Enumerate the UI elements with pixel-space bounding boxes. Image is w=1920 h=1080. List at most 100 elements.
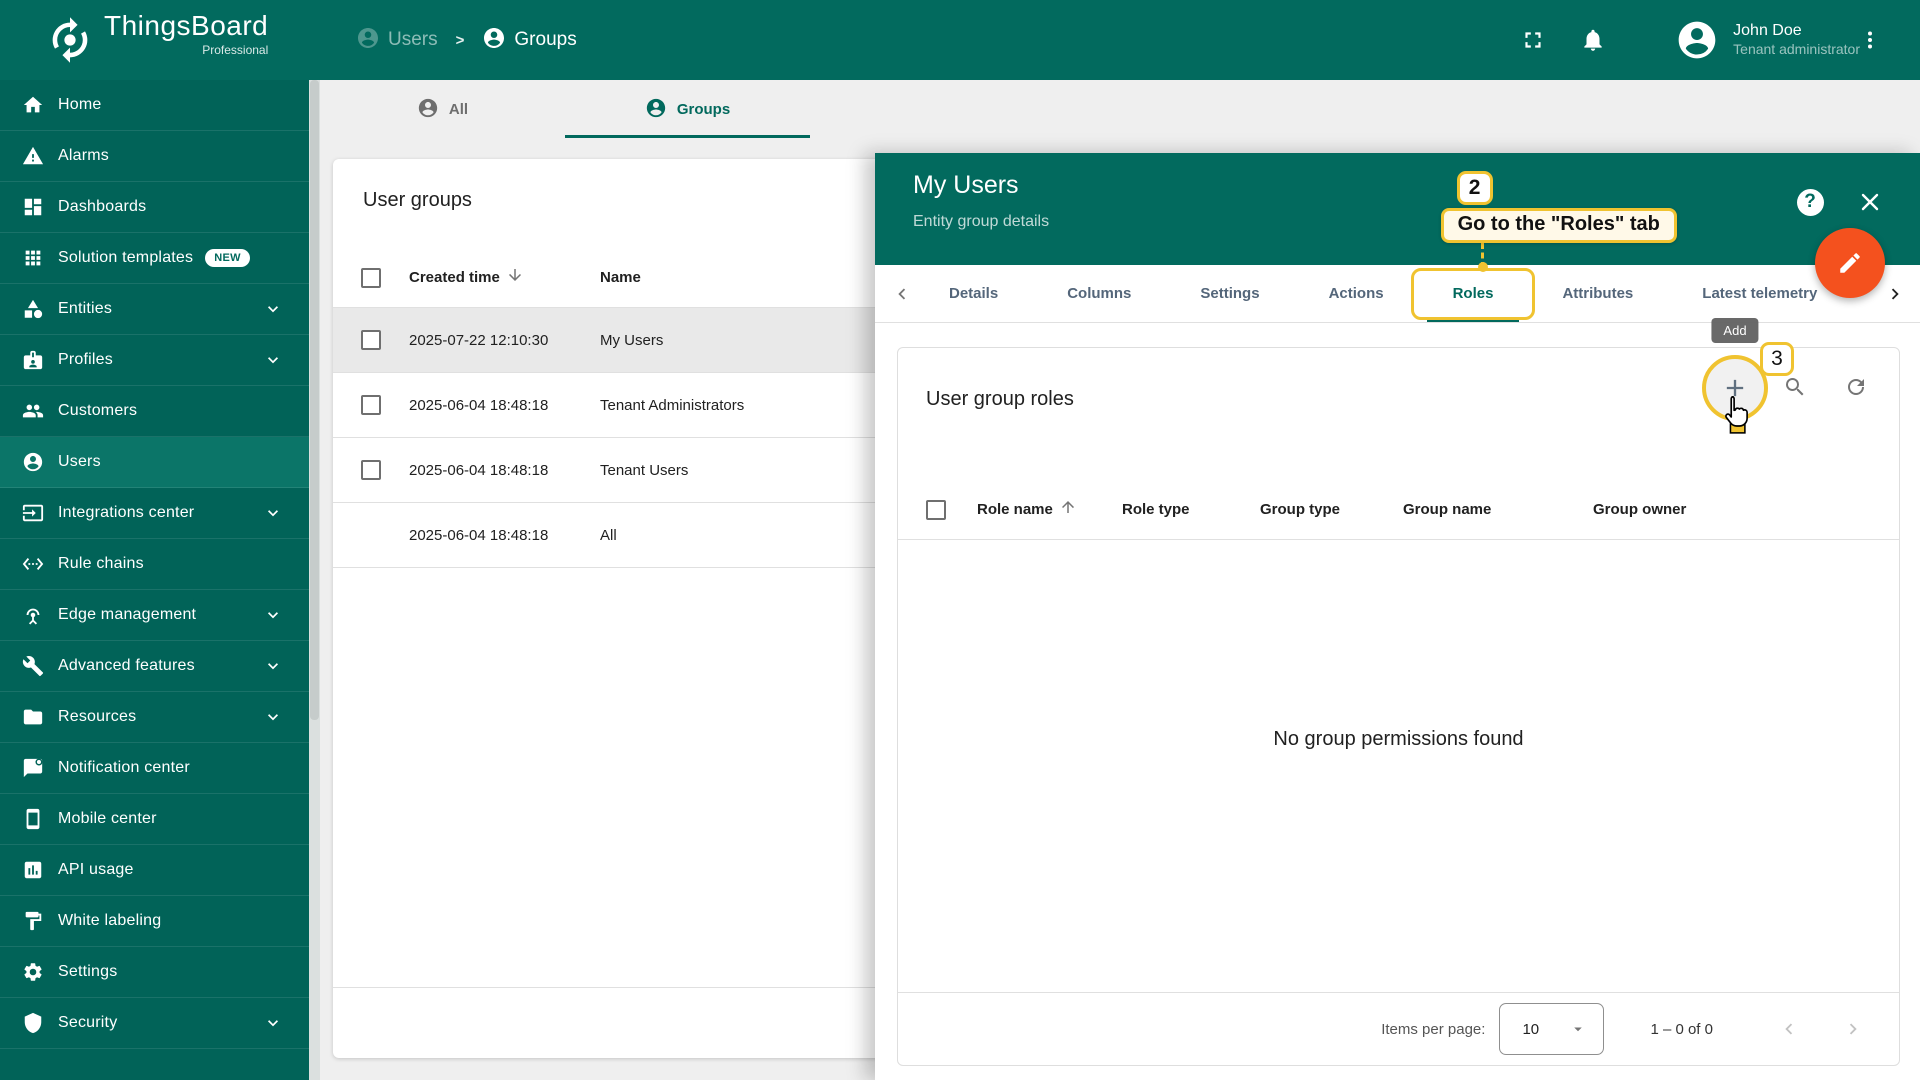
column-name[interactable]: Name: [600, 269, 641, 286]
sidebar: HomeAlarmsDashboardsSolution templatesNE…: [0, 80, 320, 1080]
breadcrumb-item-users[interactable]: Users: [356, 26, 438, 55]
chevron-down-icon: [263, 350, 283, 370]
breadcrumb-item-groups[interactable]: Groups: [482, 26, 576, 55]
sidebar-item-edge-management[interactable]: Edge management: [0, 590, 309, 641]
sidebar-nav: HomeAlarmsDashboardsSolution templatesNE…: [0, 80, 309, 1049]
panel-tab-details[interactable]: Details: [923, 265, 1024, 322]
bell-icon[interactable]: [1571, 18, 1615, 62]
panel-tab-attributes[interactable]: Attributes: [1536, 265, 1659, 322]
sidebar-item-home[interactable]: Home: [0, 80, 309, 131]
roles-card-title: User group roles: [926, 388, 1074, 411]
sidebar-item-api-usage[interactable]: API usage: [0, 845, 309, 896]
tab-all[interactable]: All: [320, 80, 565, 139]
select-all-checkbox[interactable]: [361, 268, 381, 288]
logo-title: ThingsBoard: [104, 10, 268, 42]
sort-desc-icon: [506, 266, 524, 289]
column-role-type[interactable]: Role type: [1122, 501, 1260, 518]
row-checkbox[interactable]: [361, 395, 381, 415]
sidebar-item-advanced-features[interactable]: Advanced features: [0, 641, 309, 692]
row-checkbox[interactable]: [361, 460, 381, 480]
column-created-time[interactable]: Created time: [409, 266, 600, 289]
name-cell: Tenant Users: [600, 462, 688, 479]
add-tooltip: Add: [1711, 318, 1758, 343]
sidebar-item-label: Mobile center: [58, 810, 157, 828]
callout-step-2-badge: 2: [1457, 171, 1493, 205]
account-circle-icon: [356, 26, 380, 55]
created-time-cell: 2025-06-04 18:48:18: [409, 527, 600, 544]
sidebar-item-label: Resources: [58, 708, 136, 726]
entity-detail-panel: My Users Entity group details ? DetailsC…: [875, 153, 1920, 1080]
chevron-down-icon: [263, 707, 283, 727]
sidebar-item-label: Profiles: [58, 351, 113, 369]
sidebar-item-label: White labeling: [58, 912, 161, 930]
sidebar-item-mobile-center[interactable]: Mobile center: [0, 794, 309, 845]
pencil-icon: [1837, 250, 1863, 276]
edit-fab-button[interactable]: [1815, 228, 1885, 298]
column-role-name[interactable]: Role name: [977, 498, 1122, 521]
avatar: [1675, 18, 1719, 62]
sidebar-item-alarms[interactable]: Alarms: [0, 131, 309, 182]
home-icon: [22, 94, 44, 116]
thingsboard-logo: ThingsBoard Professional: [44, 10, 268, 66]
column-group-owner[interactable]: Group owner: [1593, 501, 1899, 518]
sidebar-item-profiles[interactable]: Profiles: [0, 335, 309, 386]
roles-select-all-checkbox[interactable]: [926, 500, 946, 520]
sidebar-item-white-labeling[interactable]: White labeling: [0, 896, 309, 947]
user-name: John Doe: [1733, 21, 1860, 41]
callout-step-3-badge: 3: [1760, 342, 1794, 376]
callout-connector-dot: [1478, 262, 1488, 272]
account-circle-icon: [482, 26, 506, 55]
sidebar-item-entities[interactable]: Entities: [0, 284, 309, 335]
panel-tabs: Details Columns Settings Actions RolesGo to …: [875, 265, 1920, 323]
panel-tab-actions[interactable]: Actions: [1303, 265, 1410, 322]
sidebar-item-solution-templates[interactable]: Solution templatesNEW: [0, 233, 309, 284]
name-cell: All: [600, 527, 617, 544]
previous-page-icon[interactable]: [1769, 1009, 1809, 1049]
sidebar-item-customers[interactable]: Customers: [0, 386, 309, 437]
tabs-scroll-left-icon[interactable]: [887, 265, 917, 323]
sidebar-scrollbar-thumb[interactable]: [310, 80, 319, 720]
customers-icon: [22, 400, 44, 422]
advanced-icon: [22, 655, 44, 677]
entity-tabs: AllGroups: [320, 80, 810, 139]
sidebar-item-integrations-center[interactable]: Integrations center: [0, 488, 309, 539]
panel-tab-settings[interactable]: Settings: [1174, 265, 1285, 322]
tabs-scroll-right-icon[interactable]: [1880, 265, 1910, 323]
sidebar-item-rule-chains[interactable]: Rule chains: [0, 539, 309, 590]
chevron-down-icon: [263, 299, 283, 319]
close-icon[interactable]: [1852, 184, 1888, 220]
sidebar-item-settings[interactable]: Settings: [0, 947, 309, 998]
sidebar-item-users[interactable]: Users: [0, 437, 309, 488]
row-checkbox[interactable]: [361, 330, 381, 350]
panel-tab-columns[interactable]: Columns: [1041, 265, 1157, 322]
breadcrumb-separator: >: [456, 32, 465, 49]
dashboards-icon: [22, 196, 44, 218]
sidebar-item-label: Integrations center: [58, 504, 194, 522]
items-per-page-select[interactable]: 10: [1499, 1003, 1604, 1055]
sidebar-item-label: Security: [58, 1014, 117, 1032]
user-groups-title: User groups: [363, 189, 472, 212]
user-menu[interactable]: John Doe Tenant administrator: [1675, 18, 1860, 62]
account-circle-icon: [645, 97, 667, 123]
kebab-menu-icon[interactable]: [1848, 18, 1892, 62]
next-page-icon[interactable]: [1833, 1009, 1873, 1049]
column-group-name[interactable]: Group name: [1403, 501, 1593, 518]
refresh-icon[interactable]: [1836, 367, 1876, 407]
fullscreen-icon[interactable]: [1511, 18, 1555, 62]
sidebar-item-notification-center[interactable]: Notification center: [0, 743, 309, 794]
sidebar-item-label: Customers: [58, 402, 137, 420]
user-role: Tenant administrator: [1733, 41, 1860, 59]
user-group-roles-card: User group roles Add 3: [897, 347, 1900, 1066]
resources-icon: [22, 706, 44, 728]
created-time-cell: 2025-07-22 12:10:30: [409, 332, 600, 349]
sidebar-item-security[interactable]: Security: [0, 998, 309, 1049]
column-group-type[interactable]: Group type: [1260, 501, 1403, 518]
sidebar-item-label: Edge management: [58, 606, 196, 624]
sidebar-item-label: Settings: [58, 963, 117, 981]
tab-groups[interactable]: Groups: [565, 80, 810, 139]
sidebar-item-dashboards[interactable]: Dashboards: [0, 182, 309, 233]
help-icon[interactable]: ?: [1792, 184, 1828, 220]
paginator: Items per page: 10 1 – 0 of 0: [898, 992, 1899, 1065]
panel-tab-roles[interactable]: RolesGo to the "Roles" tab2: [1427, 265, 1520, 322]
sidebar-item-resources[interactable]: Resources: [0, 692, 309, 743]
